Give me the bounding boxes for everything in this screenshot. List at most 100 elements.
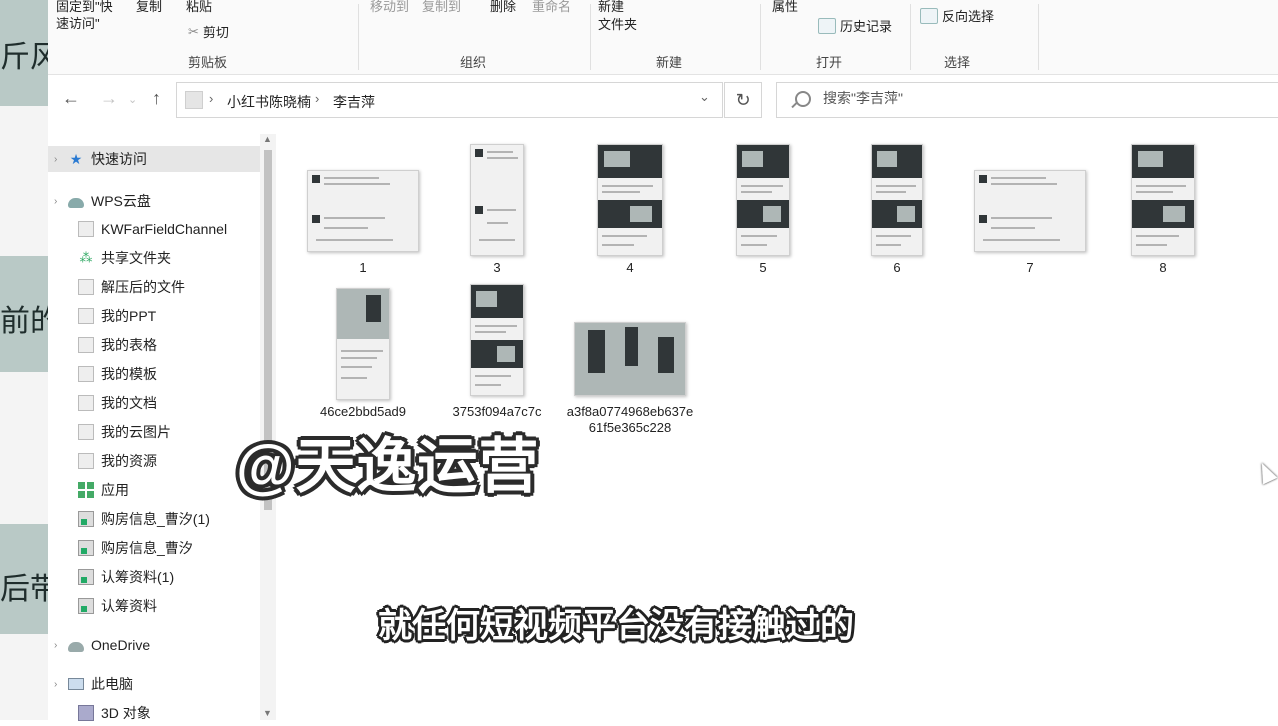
thumbnail-container bbox=[298, 284, 428, 404]
image-thumbnail bbox=[597, 144, 663, 256]
thumbnail-detail bbox=[742, 150, 763, 167]
nav-item[interactable]: 我的资源 bbox=[48, 448, 260, 474]
nav-item[interactable]: 3D 对象 bbox=[48, 700, 260, 726]
back-arrow-icon[interactable]: ← bbox=[62, 88, 80, 109]
copy-to-button[interactable]: 复制到 bbox=[422, 0, 461, 15]
file-name: 7 bbox=[1026, 260, 1034, 275]
thumbnail-container bbox=[698, 140, 828, 260]
thumbnail-container bbox=[1098, 140, 1228, 260]
nav-item-label: WPS云盘 bbox=[91, 193, 151, 209]
chevron-right-icon[interactable]: › bbox=[209, 91, 213, 106]
forward-arrow-icon[interactable]: → bbox=[100, 88, 118, 109]
thumbnail-detail bbox=[487, 151, 513, 153]
move-to-button[interactable]: 移动到 bbox=[370, 0, 409, 15]
nav-item[interactable]: KWFarFieldChannel bbox=[48, 216, 260, 242]
share-icon: ⁂ bbox=[79, 250, 93, 265]
thumbnail-detail bbox=[741, 184, 783, 187]
nav-item[interactable]: 认筹资料 bbox=[48, 593, 260, 619]
recent-locations-chevron-icon[interactable]: ⌄ bbox=[128, 93, 137, 106]
group-organize: 组织 bbox=[460, 55, 487, 70]
nav-item-label: 此电脑 bbox=[91, 676, 133, 692]
thumbnail-detail bbox=[487, 208, 516, 211]
nav-item-label: 共享文件夹 bbox=[101, 250, 171, 266]
thumbnail-detail bbox=[741, 191, 773, 194]
expand-chevron-icon[interactable]: › bbox=[54, 154, 68, 165]
nav-item[interactable]: 我的PPT bbox=[48, 303, 260, 329]
nav-item[interactable]: 购房信息_曹汐(1) bbox=[48, 506, 260, 532]
scroll-up-icon[interactable]: ▲ bbox=[263, 134, 272, 144]
copy-button[interactable]: 复制 bbox=[136, 0, 162, 15]
chevron-right-icon[interactable]: › bbox=[315, 91, 319, 106]
document-icon bbox=[78, 395, 94, 411]
thumbnail-detail bbox=[1163, 205, 1185, 222]
history-label: 历史记录 bbox=[840, 19, 893, 34]
chevron-down-icon[interactable]: ⌄ bbox=[699, 89, 710, 105]
new-folder-button[interactable]: 新建 文件夹 bbox=[598, 0, 637, 34]
search-box[interactable] bbox=[776, 82, 1278, 118]
folder-icon bbox=[185, 91, 203, 109]
thumbnail-detail bbox=[324, 177, 379, 179]
nav-item[interactable]: › 此电脑 bbox=[48, 671, 260, 697]
navigation-bar: ← → ⌄ ↑ › 小红书陈晓楠 › 李吉萍 ⌄ ↻ bbox=[48, 80, 1278, 120]
properties-button[interactable]: 属性 bbox=[772, 0, 798, 15]
expand-chevron-icon[interactable]: › bbox=[54, 640, 68, 651]
refresh-button[interactable]: ↻ bbox=[724, 82, 762, 118]
thumbnail-detail bbox=[741, 235, 778, 238]
image-thumbnail bbox=[871, 144, 923, 256]
thumbnail-detail bbox=[487, 157, 519, 159]
thumbnail-detail bbox=[1136, 184, 1186, 187]
thumbnail-detail bbox=[475, 324, 517, 327]
pin-to-quick-access-button[interactable]: 固定到"快 速访问" bbox=[56, 0, 126, 32]
refresh-icon: ↻ bbox=[735, 90, 751, 110]
nav-item[interactable]: 购房信息_曹汐 bbox=[48, 535, 260, 561]
thumbnail-container bbox=[565, 284, 695, 404]
document-icon bbox=[78, 279, 94, 295]
nav-item[interactable]: 我的云图片 bbox=[48, 419, 260, 445]
document-icon bbox=[78, 424, 94, 440]
image-thumbnail bbox=[470, 284, 524, 396]
invert-selection-button[interactable]: 反向选择 bbox=[920, 6, 994, 25]
video-subtitle: 就任何短视频平台没有接触过的 bbox=[378, 607, 854, 645]
expand-chevron-icon[interactable]: › bbox=[54, 196, 68, 207]
nav-item[interactable]: 解压后的文件 bbox=[48, 274, 260, 300]
history-button[interactable]: 历史记录 bbox=[818, 16, 892, 35]
background-text: 斤风 bbox=[0, 41, 48, 74]
nav-item[interactable]: › OneDrive bbox=[48, 632, 260, 658]
zip-icon bbox=[78, 511, 94, 527]
nav-item[interactable]: 我的文档 bbox=[48, 390, 260, 416]
nav-item[interactable]: ⁂ 共享文件夹 bbox=[48, 245, 260, 271]
ribbon: 固定到"快 速访问" 复制 粘贴 ✂ 剪切 剪贴板 移动到 复制到 删除 重命名 … bbox=[48, 0, 1278, 75]
thumbnail-detail bbox=[602, 244, 634, 246]
thumbnail-detail bbox=[991, 227, 1035, 229]
cloud-icon bbox=[68, 197, 84, 208]
thumbnail-detail bbox=[324, 183, 390, 185]
cut-button[interactable]: ✂ 剪切 bbox=[188, 22, 229, 41]
nav-item[interactable]: 认筹资料(1) bbox=[48, 564, 260, 590]
nav-item[interactable]: 应用 bbox=[48, 477, 260, 503]
address-bar[interactable]: › 小红书陈晓楠 › 李吉萍 ⌄ bbox=[176, 82, 723, 118]
background-text: 前的 bbox=[0, 305, 48, 338]
delete-button[interactable]: 删除 bbox=[490, 0, 516, 15]
breadcrumb-item[interactable]: 小红书陈晓楠 bbox=[227, 92, 311, 112]
nav-item-label: 认筹资料(1) bbox=[101, 569, 175, 585]
paste-label: 粘贴 bbox=[186, 0, 213, 14]
thumbnail-detail bbox=[487, 222, 508, 224]
rename-button[interactable]: 重命名 bbox=[532, 0, 571, 15]
scroll-down-icon[interactable]: ▼ bbox=[263, 708, 272, 718]
document-icon bbox=[78, 337, 94, 353]
thumbnail-container bbox=[432, 284, 562, 404]
thumbnail-detail bbox=[1136, 244, 1167, 246]
nav-item[interactable]: 我的表格 bbox=[48, 332, 260, 358]
zip-icon bbox=[78, 540, 94, 556]
breadcrumb-item[interactable]: 李吉萍 bbox=[333, 92, 375, 112]
search-input[interactable] bbox=[821, 89, 1225, 107]
thumbnail-detail bbox=[341, 366, 373, 368]
expand-chevron-icon[interactable]: › bbox=[54, 679, 68, 690]
thumbnail-detail bbox=[365, 294, 382, 322]
up-arrow-icon[interactable]: ↑ bbox=[152, 88, 161, 109]
image-thumbnail bbox=[307, 170, 419, 252]
nav-item[interactable]: 我的模板 bbox=[48, 361, 260, 387]
nav-item[interactable]: › ★ 快速访问 bbox=[48, 146, 260, 172]
paste-button[interactable]: 粘贴 bbox=[186, 0, 212, 15]
nav-item[interactable]: › WPS云盘 bbox=[48, 188, 260, 214]
